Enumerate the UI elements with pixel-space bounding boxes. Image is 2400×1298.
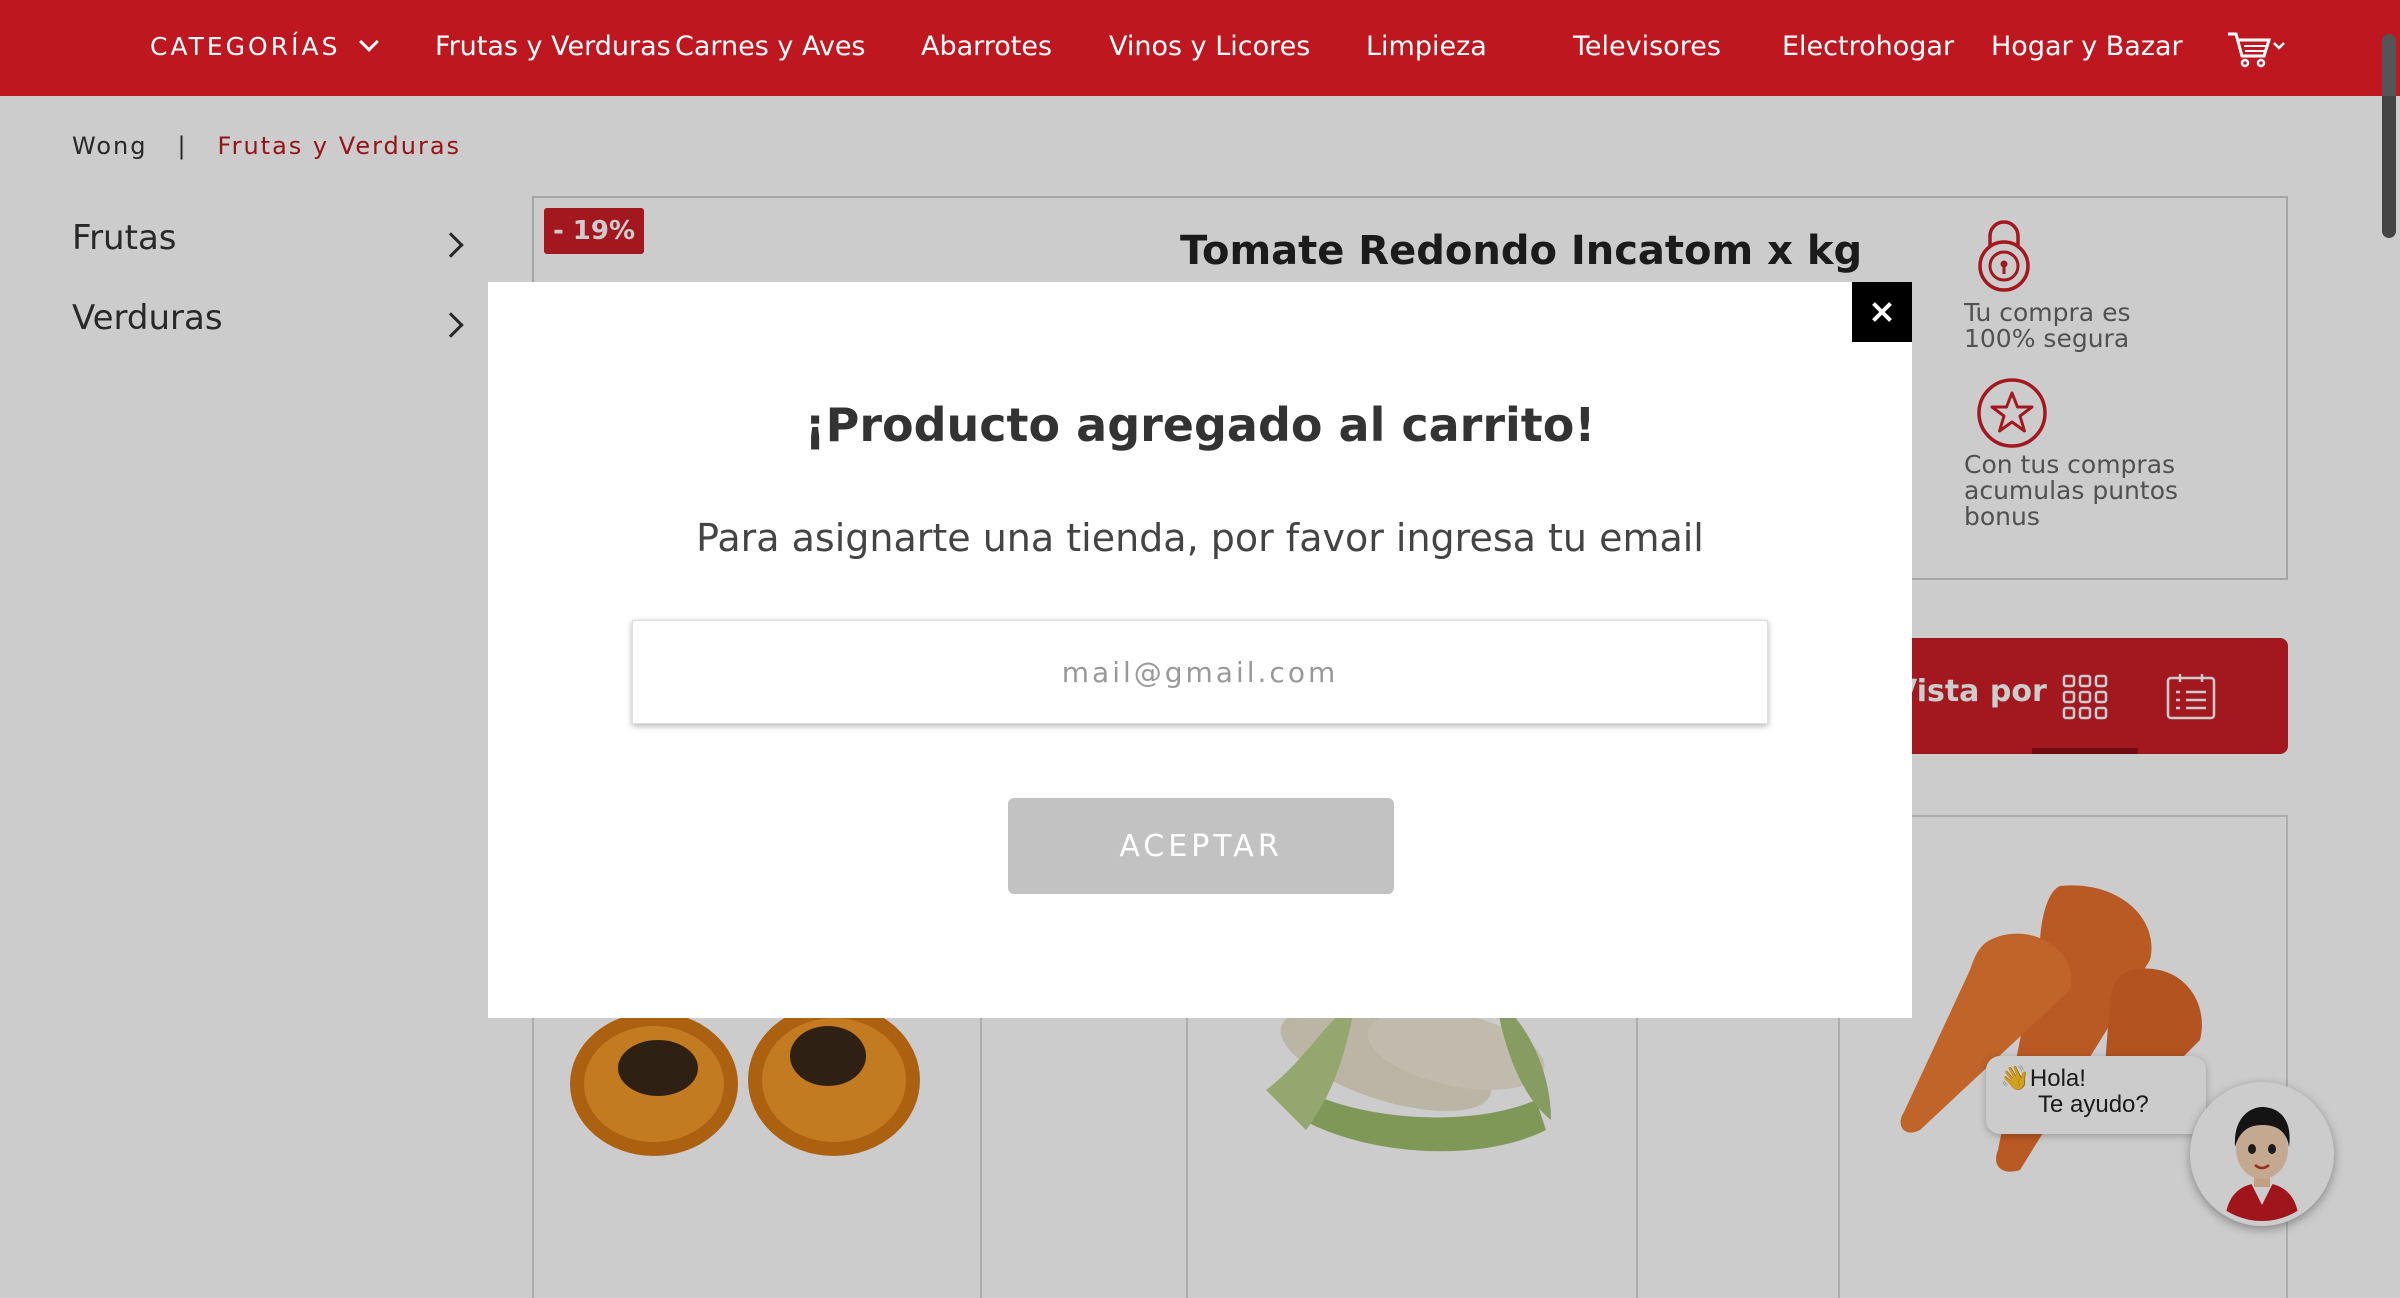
top-navigation: CATEGORÍAS Frutas y Verduras Carnes y Av… <box>0 0 2400 96</box>
add-to-cart-modal: ¡Producto agregado al carrito! Para asig… <box>488 282 1912 1018</box>
email-input[interactable] <box>632 620 1768 724</box>
nav-item-electrohogar[interactable]: Electrohogar <box>1782 0 1954 96</box>
nav-item-limpieza[interactable]: Limpieza <box>1366 0 1487 96</box>
categories-menu[interactable]: CATEGORÍAS <box>150 0 380 96</box>
chevron-down-icon <box>359 32 380 52</box>
close-icon[interactable] <box>1852 282 1912 342</box>
nav-item-vinos-licores[interactable]: Vinos y Licores <box>1109 0 1310 96</box>
modal-title: ¡Producto agregado al carrito! <box>804 398 1596 452</box>
shopping-cart-icon[interactable] <box>2226 30 2286 70</box>
accept-button[interactable]: ACEPTAR <box>1008 798 1394 894</box>
nav-item-carnes-aves[interactable]: Carnes y Aves <box>675 0 866 96</box>
modal-subtitle: Para asignarte una tienda, por favor ing… <box>696 516 1704 560</box>
nav-item-frutas-verduras[interactable]: Frutas y Verduras <box>435 0 671 96</box>
nav-item-abarrotes[interactable]: Abarrotes <box>921 0 1052 96</box>
categories-label: CATEGORÍAS <box>150 32 341 61</box>
nav-item-televisores[interactable]: Televisores <box>1573 0 1721 96</box>
nav-item-hogar-bazar[interactable]: Hogar y Bazar <box>1991 0 2183 96</box>
